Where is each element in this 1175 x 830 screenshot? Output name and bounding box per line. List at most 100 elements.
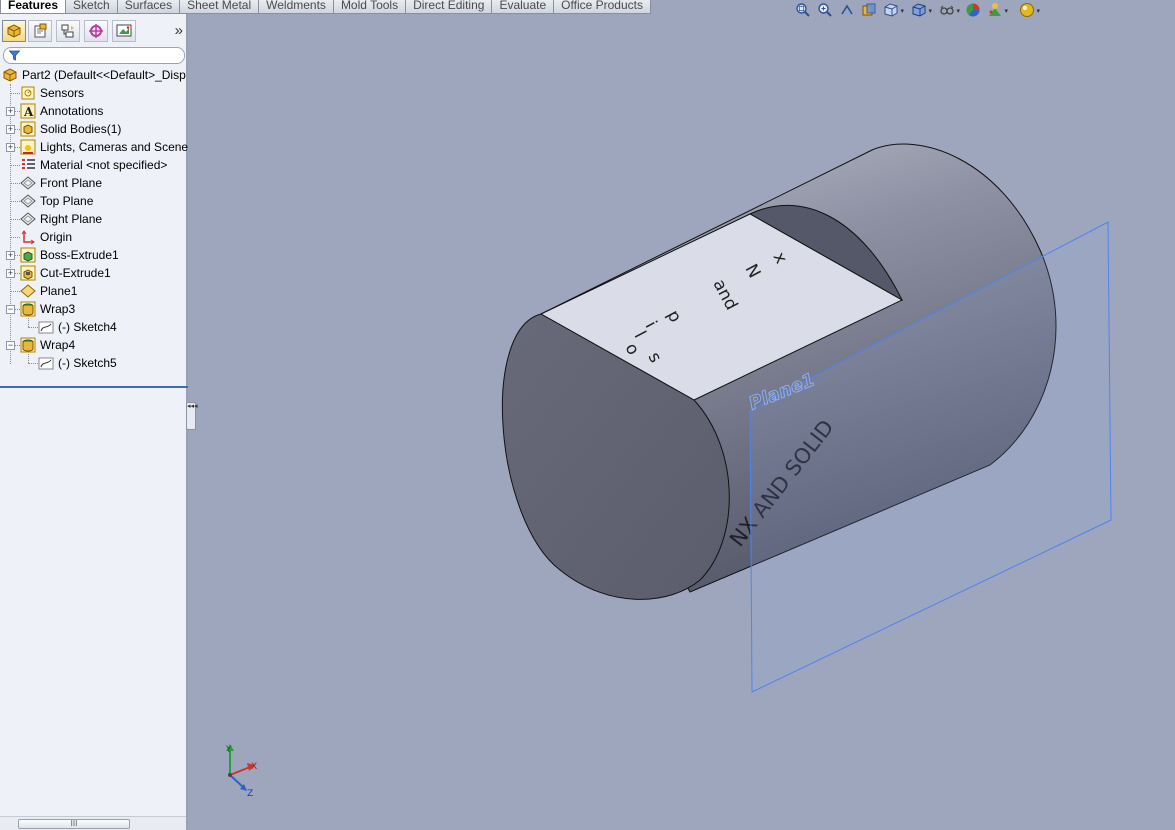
feature-manager-tab[interactable] xyxy=(2,20,26,42)
boss-extrude-icon xyxy=(20,247,36,263)
reference-plane-icon xyxy=(20,284,36,298)
command-manager-tabs: Features Sketch Surfaces Sheet Metal Weldmen… xyxy=(0,0,651,14)
feature-manager-icon xyxy=(7,24,21,38)
tree-item-label: Wrap3 xyxy=(40,302,76,316)
model-canvas[interactable]: x N and p i l o s NX AND SOLID Plane1 Y … xyxy=(190,14,1175,830)
tree-connector xyxy=(10,93,20,94)
tree-item-annotations[interactable]: + A Annotations xyxy=(0,102,186,120)
lights-cameras-icon xyxy=(20,139,36,155)
tree-expander-collapse-icon[interactable]: − xyxy=(6,305,15,314)
tab-sheet-metal[interactable]: Sheet Metal xyxy=(180,0,260,14)
property-manager-tab[interactable] xyxy=(28,20,52,42)
configuration-manager-icon xyxy=(61,24,74,38)
tree-item-sensors[interactable]: Sensors xyxy=(0,84,186,102)
tab-weldments[interactable]: Weldments xyxy=(259,0,334,14)
tab-evaluate[interactable]: Evaluate xyxy=(492,0,555,14)
plane-icon xyxy=(20,194,36,208)
origin-icon xyxy=(21,230,35,245)
cut-extrude-icon xyxy=(20,265,36,281)
tree-item-label: Wrap4 xyxy=(40,338,76,352)
tree-item-plane1[interactable]: Plane1 xyxy=(0,282,186,300)
annotations-icon: A xyxy=(20,103,36,119)
solid-bodies-icon xyxy=(20,121,36,137)
tree-connector xyxy=(28,363,38,364)
tree-item-top-plane[interactable]: Top Plane xyxy=(0,192,186,210)
tree-connector xyxy=(28,327,38,328)
tree-item-label: Annotations xyxy=(40,104,104,118)
tree-item-sketch5[interactable]: (-) Sketch5 xyxy=(0,354,186,372)
tree-expander-expand-icon[interactable]: + xyxy=(6,143,15,152)
filter-icon xyxy=(9,50,20,61)
tree-item-label: Plane1 xyxy=(40,284,78,298)
tree-item-label: Right Plane xyxy=(40,212,103,226)
tree-expander-expand-icon[interactable]: + xyxy=(6,269,15,278)
tree-item-label: Top Plane xyxy=(40,194,94,208)
tree-item-sketch4[interactable]: (-) Sketch4 xyxy=(0,318,186,336)
tree-expander-expand-icon[interactable]: + xyxy=(6,251,15,260)
sensors-icon xyxy=(21,86,35,100)
plane-icon xyxy=(20,176,36,190)
tree-expander-collapse-icon[interactable]: − xyxy=(6,341,15,350)
wrap-icon xyxy=(20,301,36,317)
horizontal-scrollbar[interactable]: III xyxy=(0,816,186,830)
tab-direct-editing[interactable]: Direct Editing xyxy=(406,0,493,14)
reference-triad: Y X Z xyxy=(225,744,257,799)
configuration-manager-tab[interactable] xyxy=(56,20,80,42)
tree-item-wrap4[interactable]: − Wrap4 xyxy=(0,336,186,354)
tree-connector xyxy=(10,201,20,202)
sketch-icon xyxy=(38,357,54,370)
tree-item-wrap3[interactable]: − Wrap3 xyxy=(0,300,186,318)
tree-item-label: (-) Sketch4 xyxy=(58,320,117,334)
tree-item-front-plane[interactable]: Front Plane xyxy=(0,174,186,192)
tree-filter-input[interactable] xyxy=(3,47,185,64)
property-manager-icon xyxy=(34,23,47,38)
tab-features[interactable]: Features xyxy=(0,0,67,14)
tree-connector xyxy=(28,354,29,363)
tree-connector xyxy=(10,165,20,166)
tree-item-solid-bodies-1[interactable]: + Solid Bodies(1) xyxy=(0,120,186,138)
rollback-bar[interactable] xyxy=(0,386,188,388)
plane-icon xyxy=(20,212,36,226)
feature-tree: Part2 (Default<<Default>_Disp Sensors + A An… xyxy=(0,66,189,372)
material-icon xyxy=(22,159,35,169)
tree-item-label: Boss-Extrude1 xyxy=(40,248,119,262)
tree-item-label: Lights, Cameras and Scene xyxy=(40,140,189,154)
tree-connector xyxy=(10,291,20,292)
tab-office-products[interactable]: Office Products xyxy=(554,0,651,14)
tab-mold-tools[interactable]: Mold Tools xyxy=(333,0,407,14)
tree-item-cut-extrude1[interactable]: + Cut-Extrude1 xyxy=(0,264,186,282)
dimxpert-manager-tab[interactable] xyxy=(84,20,108,42)
expand-panel-icon[interactable]: » xyxy=(175,22,183,39)
tree-item-origin[interactable]: Origin xyxy=(0,228,186,246)
tree-item-label: Origin xyxy=(40,230,73,244)
triad-x-label: X xyxy=(251,762,257,772)
panel-toolbar: » xyxy=(0,20,186,44)
triad-z-label: Z xyxy=(247,789,253,799)
tree-expander-expand-icon[interactable]: + xyxy=(6,107,15,116)
tree-expander-expand-icon[interactable]: + xyxy=(6,125,15,134)
dimxpert-manager-icon xyxy=(89,24,103,38)
scrollbar-thumb[interactable]: III xyxy=(18,819,130,829)
display-manager-icon xyxy=(116,24,132,37)
tree-connector xyxy=(10,237,20,238)
tree-item-label: Material <not specified> xyxy=(40,158,168,172)
tree-item-right-plane[interactable]: Right Plane xyxy=(0,210,186,228)
tree-item-material-not-specified[interactable]: Material <not specified> xyxy=(0,156,186,174)
wrap-icon xyxy=(20,337,36,353)
tree-root-part[interactable]: Part2 (Default<<Default>_Disp xyxy=(0,66,186,84)
tree-root-label: Part2 (Default<<Default>_Disp xyxy=(22,68,186,82)
feature-manager-panel: » Part2 (Default<<Default>_Disp Sensors + A… xyxy=(0,14,188,830)
tree-item-label: Sensors xyxy=(40,86,85,100)
tree-connector xyxy=(10,219,20,220)
tree-item-label: Cut-Extrude1 xyxy=(40,266,111,280)
tree-item-label: Solid Bodies(1) xyxy=(40,122,122,136)
svg-text:A: A xyxy=(23,105,34,119)
tree-item-label: (-) Sketch5 xyxy=(58,356,117,370)
tree-item-boss-extrude1[interactable]: + Boss-Extrude1 xyxy=(0,246,186,264)
graphics-viewport[interactable]: x N and p i l o s NX AND SOLID Plane1 Y … xyxy=(190,14,1175,830)
triad-y-label: Y xyxy=(225,745,232,755)
tab-surfaces[interactable]: Surfaces xyxy=(117,0,181,14)
tree-item-lights-cameras-and-scene[interactable]: + Lights, Cameras and Scene xyxy=(0,138,189,156)
display-manager-tab[interactable] xyxy=(112,20,136,42)
tab-sketch[interactable]: Sketch xyxy=(66,0,118,14)
